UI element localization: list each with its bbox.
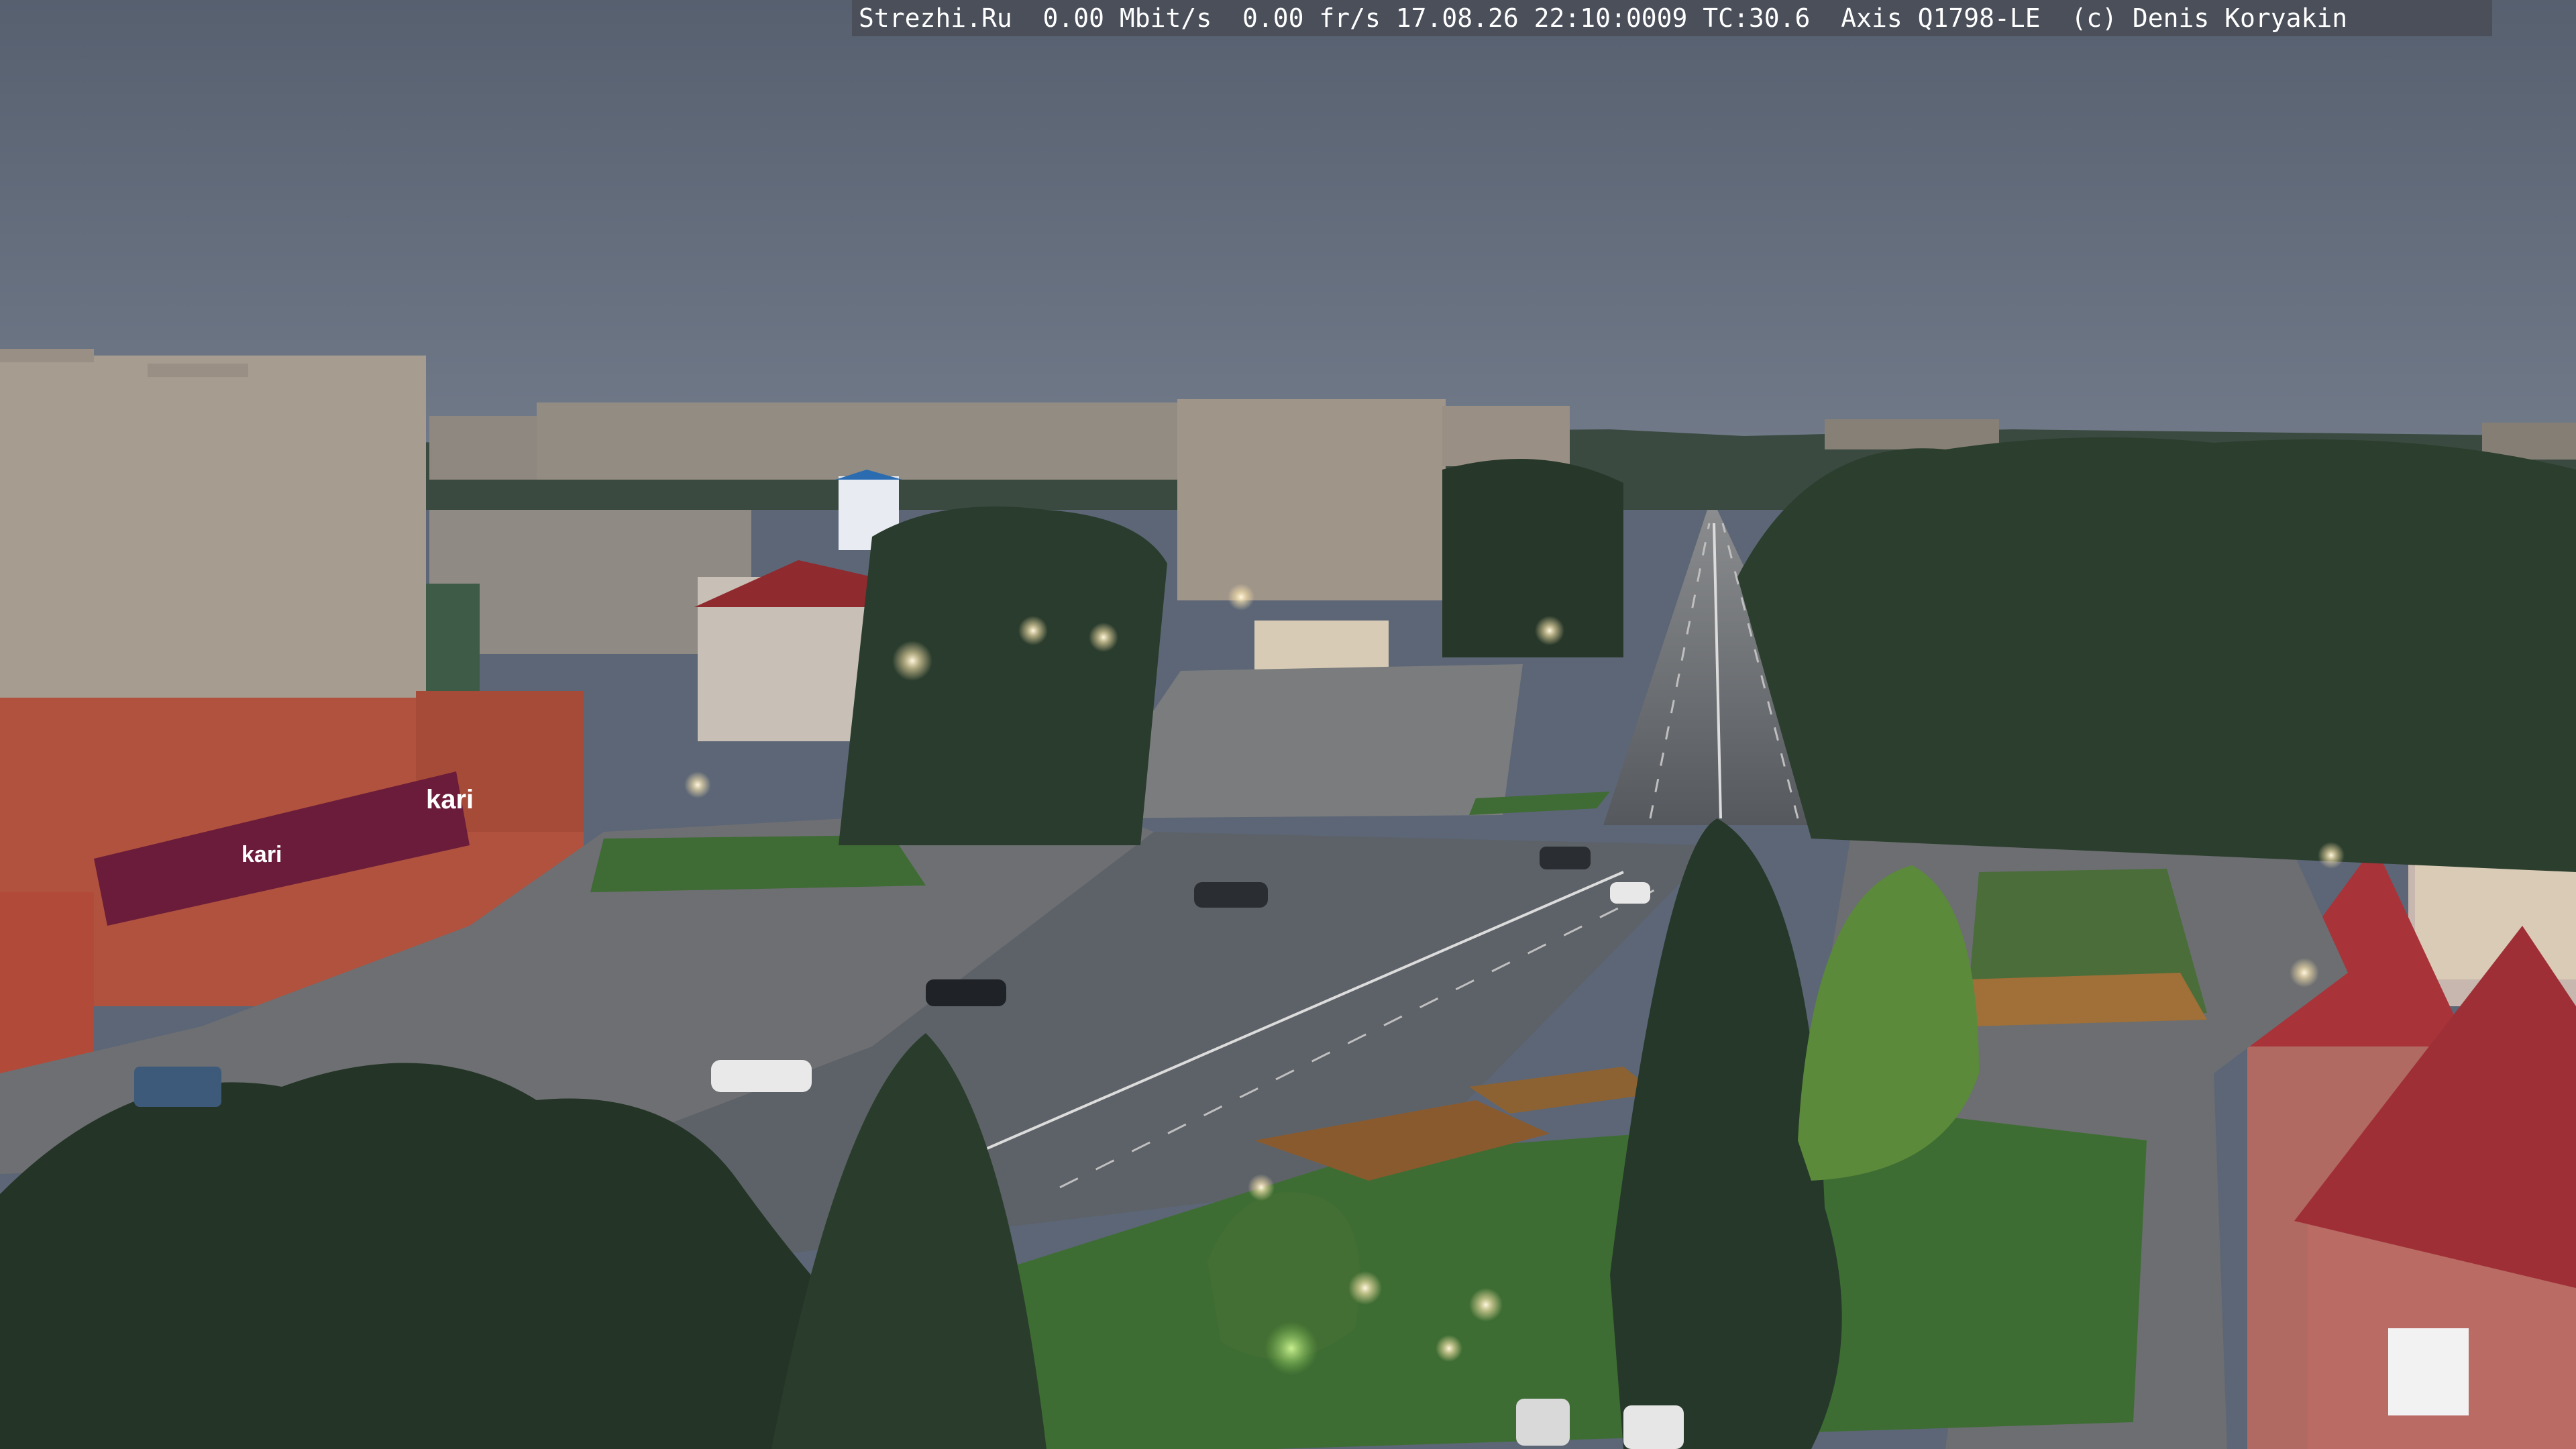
kari-sign: kari bbox=[426, 785, 474, 814]
kari-sign-secondary: kari bbox=[241, 842, 282, 867]
camera-overlay-text: Strezhi.Ru 0.00 Mbit/s 0.00 fr/s 17.08.2… bbox=[859, 3, 2348, 33]
camera-overlay-bar: Strezhi.Ru 0.00 Mbit/s 0.00 fr/s 17.08.2… bbox=[852, 0, 2492, 36]
webcam-scene: kari kari bbox=[0, 0, 2576, 1449]
